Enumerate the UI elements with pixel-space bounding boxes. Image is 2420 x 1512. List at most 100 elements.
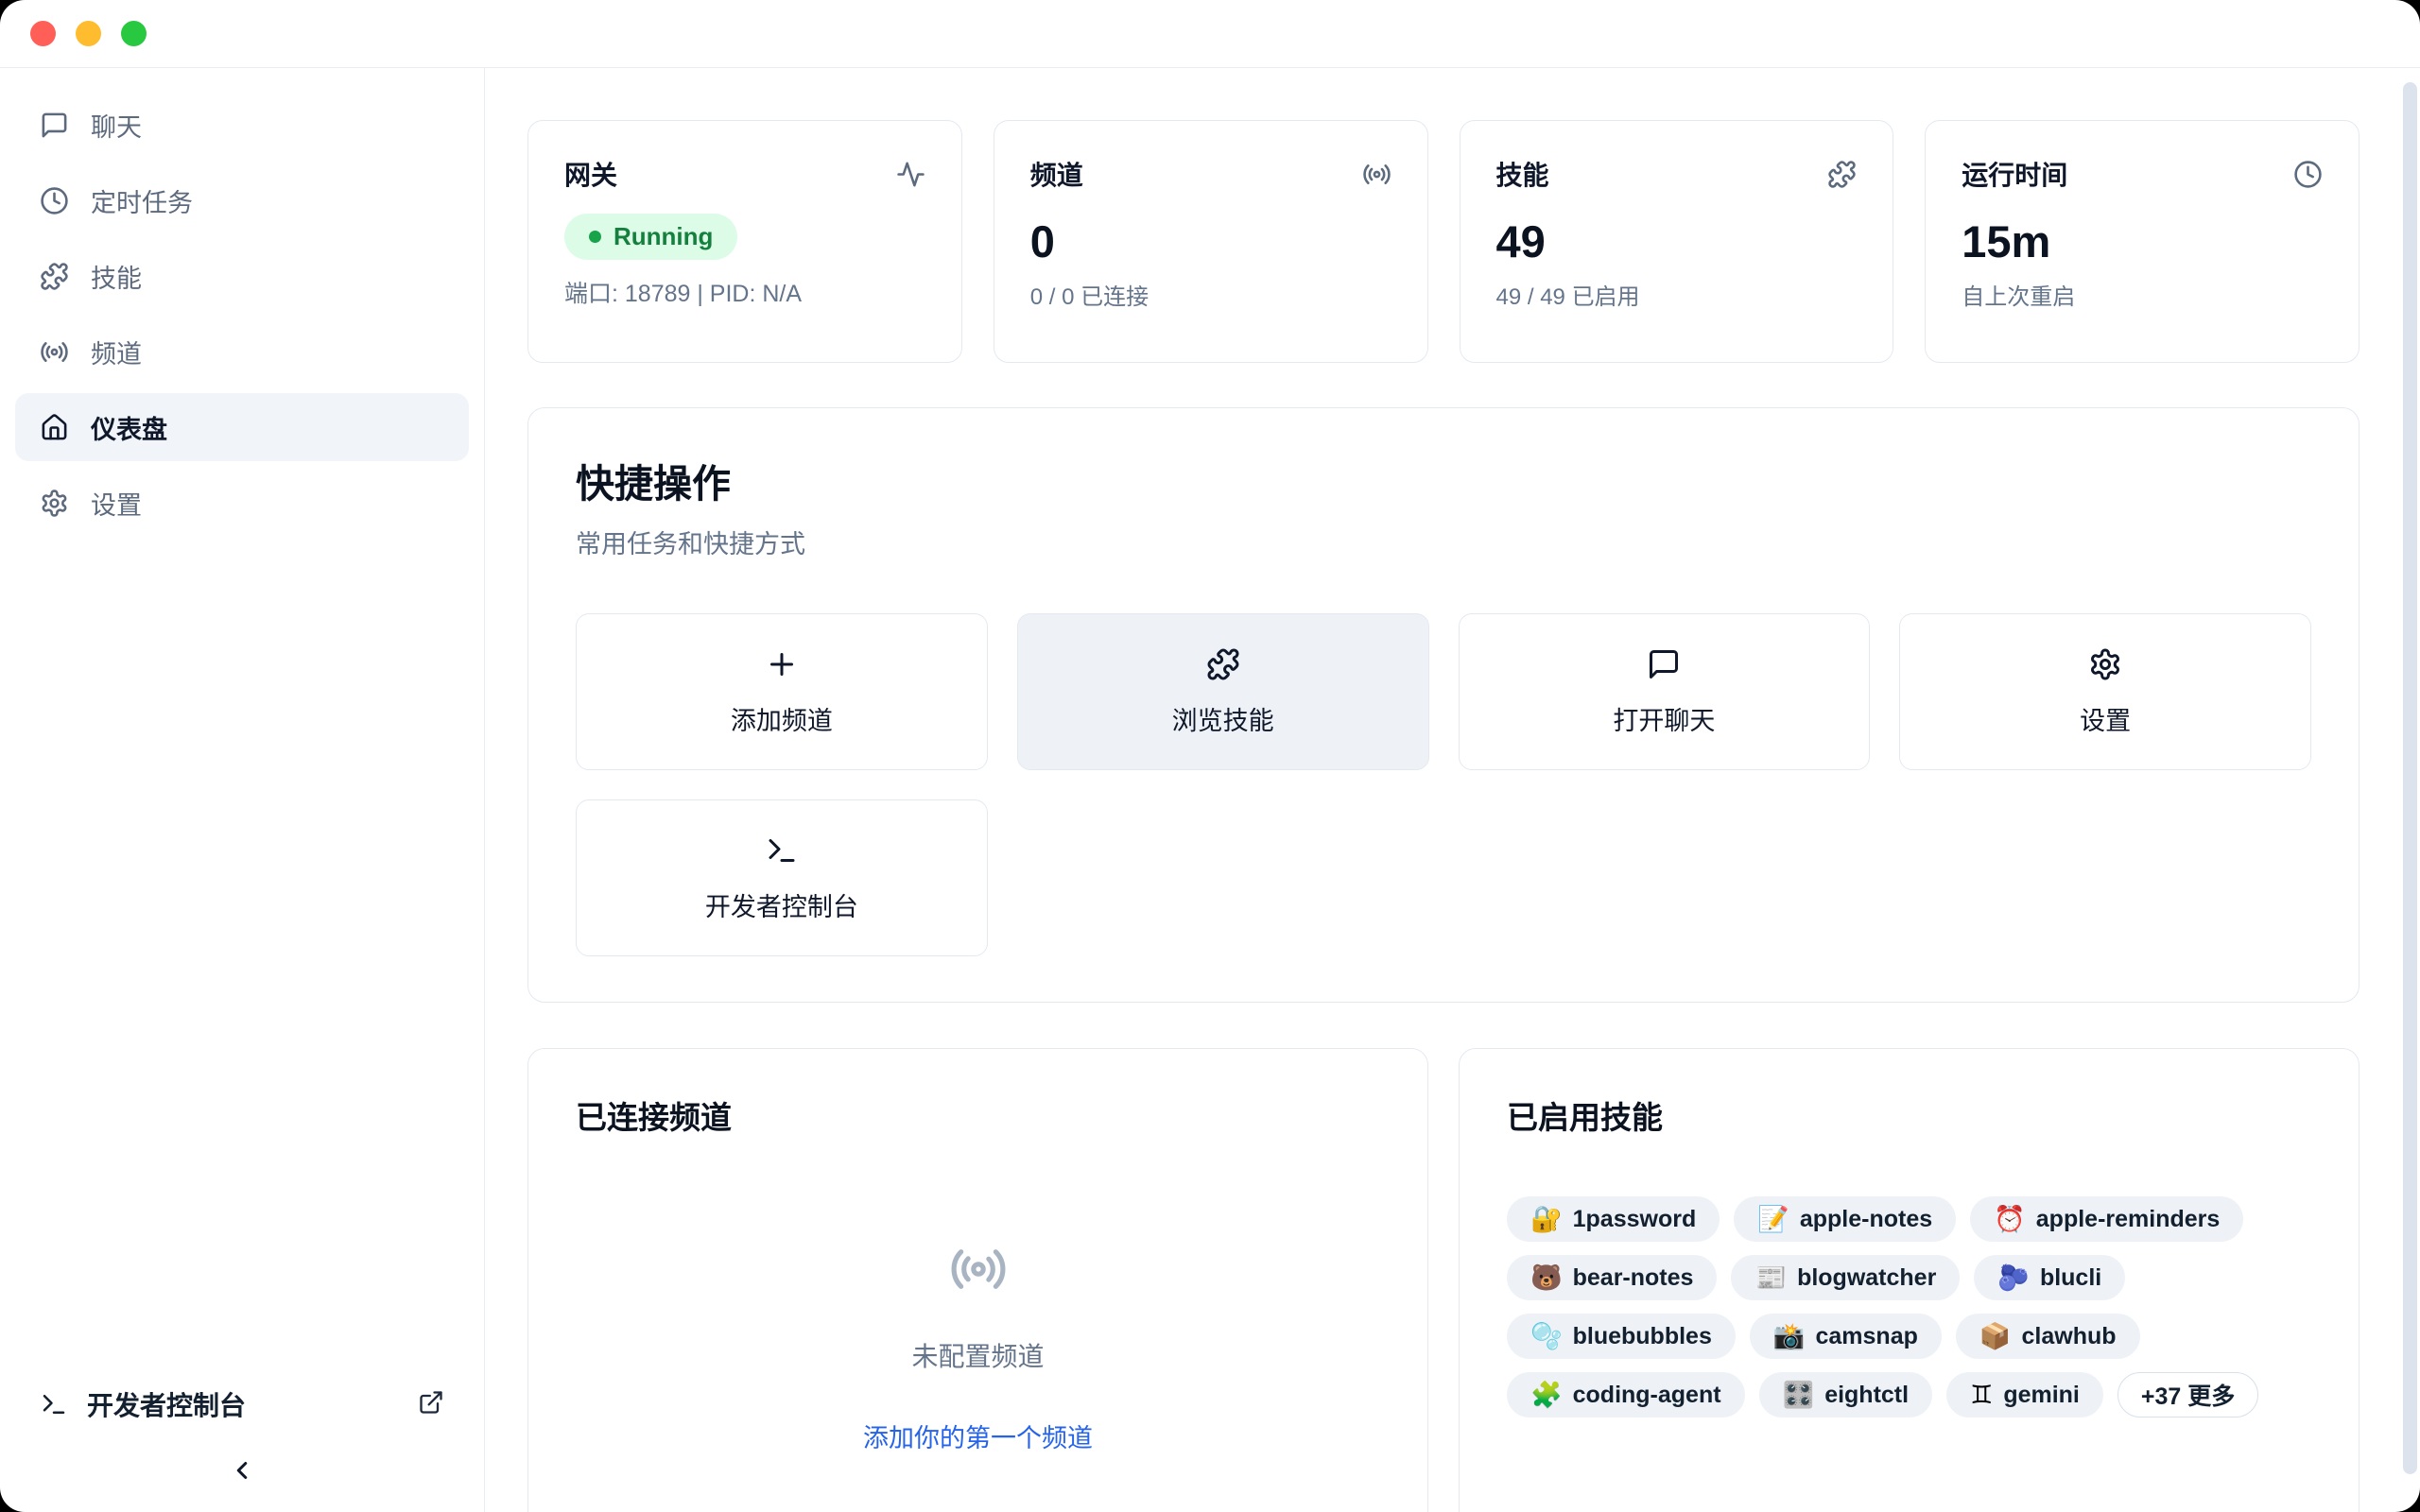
puzzle-icon xyxy=(1206,647,1240,681)
dev-console-link[interactable]: 开发者控制台 xyxy=(15,1373,469,1435)
sidebar-item-scheduled-tasks[interactable]: 定时任务 xyxy=(15,166,469,234)
skill-name: clawhub xyxy=(2022,1323,2117,1350)
status-badge: Running xyxy=(564,214,737,260)
titlebar xyxy=(0,0,2420,68)
status-label: Running xyxy=(614,222,713,251)
empty-state-text: 未配置频道 xyxy=(911,1336,1044,1374)
stat-card-gateway: 网关 Running 端口: 18789 | PID: N/A xyxy=(527,120,962,363)
sidebar-nav: 聊天 定时任务 技能 频道 仪表盘 xyxy=(15,91,469,544)
skill-emoji: ⏰ xyxy=(1994,1207,2026,1232)
skill-emoji: 📝 xyxy=(1757,1207,1789,1232)
stat-subtext: 0 / 0 已连接 xyxy=(1030,278,1392,311)
skill-chip: ♊gemini xyxy=(1946,1372,2103,1418)
sidebar-item-label: 聊天 xyxy=(91,107,142,144)
skill-emoji: 🫧 xyxy=(1530,1324,1563,1349)
action-label: 打开聊天 xyxy=(1613,700,1715,737)
scrollbar-thumb[interactable] xyxy=(2403,82,2417,1474)
channels-empty-state: 未配置频道 添加你的第一个频道 xyxy=(576,1240,1380,1454)
broadcast-icon xyxy=(949,1240,1008,1298)
puzzle-icon xyxy=(1827,160,1857,189)
open-chat-button[interactable]: 打开聊天 xyxy=(1459,613,1871,770)
sidebar-item-chat[interactable]: 聊天 xyxy=(15,91,469,159)
skill-name: blucli xyxy=(2040,1264,2101,1292)
status-dot xyxy=(589,231,601,243)
skill-chip: ⏰apple-reminders xyxy=(1970,1196,2243,1242)
skill-emoji: 🐻 xyxy=(1530,1265,1563,1291)
window-controls xyxy=(30,21,147,46)
skill-chip: 🐻 bear-notes xyxy=(1507,1255,1717,1300)
skill-emoji: 📦 xyxy=(1979,1324,2012,1349)
stat-subtext: 自上次重启 xyxy=(1962,278,2323,311)
zoom-button[interactable] xyxy=(121,21,147,46)
stat-subtext: 49 / 49 已启用 xyxy=(1496,278,1858,311)
activity-icon xyxy=(896,160,925,189)
quick-actions-title: 快捷操作 xyxy=(576,452,2311,508)
sidebar-item-dashboard[interactable]: 仪表盘 xyxy=(15,393,469,461)
more-skills-chip[interactable]: +37 更多 xyxy=(2118,1372,2258,1418)
chevron-left-icon xyxy=(228,1456,256,1485)
settings-button[interactable]: 设置 xyxy=(1899,613,2311,770)
broadcast-icon xyxy=(1362,160,1392,189)
action-label: 浏览技能 xyxy=(1172,700,1274,737)
skill-emoji: 📸 xyxy=(1773,1324,1806,1349)
plus-icon xyxy=(765,647,799,681)
skill-chip: 📰 blogwatcher xyxy=(1731,1255,1960,1300)
skill-chip: 🫧 bluebubbles xyxy=(1507,1314,1736,1359)
skill-emoji: 🫐 xyxy=(1997,1265,2030,1291)
connected-channels-card: 已连接频道 未配置频道 添加你的第一个频道 xyxy=(527,1048,1428,1512)
sidebar-item-label: 技能 xyxy=(91,258,142,295)
clock-icon xyxy=(2293,160,2323,189)
dev-console-label: 开发者控制台 xyxy=(87,1385,399,1423)
add-first-channel-link[interactable]: 添加你的第一个频道 xyxy=(863,1418,1093,1454)
external-link-icon xyxy=(418,1389,444,1420)
clock-icon xyxy=(40,186,69,215)
quick-actions-subtitle: 常用任务和快捷方式 xyxy=(576,524,2311,560)
app-window: 聊天 定时任务 技能 频道 仪表盘 xyxy=(0,0,2420,1512)
stat-value: 49 xyxy=(1496,217,1858,266)
stat-card-skills: 技能 49 49 / 49 已启用 xyxy=(1460,120,1894,363)
stats-row: 网关 Running 端口: 18789 | PID: N/A 频道 0 xyxy=(527,120,2360,363)
browse-skills-button[interactable]: 浏览技能 xyxy=(1017,613,1429,770)
sidebar-item-skills[interactable]: 技能 xyxy=(15,242,469,310)
skill-name: gemini xyxy=(2003,1382,2080,1409)
skills-chip-list: 🔐1password 📝 apple-notes ⏰apple-reminders… xyxy=(1507,1196,2311,1418)
home-icon xyxy=(40,413,69,442)
sidebar-item-settings[interactable]: 设置 xyxy=(15,469,469,537)
puzzle-icon xyxy=(40,262,69,291)
stat-value: 15m xyxy=(1962,217,2323,266)
action-label: 设置 xyxy=(2080,700,2131,737)
skill-name: blogwatcher xyxy=(1797,1264,1936,1292)
sidebar: 聊天 定时任务 技能 频道 仪表盘 xyxy=(0,68,485,1512)
gear-icon xyxy=(40,489,69,518)
minimize-button[interactable] xyxy=(76,21,101,46)
skill-emoji: 🧩 xyxy=(1530,1383,1563,1408)
skill-name: bear-notes xyxy=(1573,1264,1694,1292)
main-content: 网关 Running 端口: 18789 | PID: N/A 频道 0 xyxy=(485,68,2420,1512)
skill-emoji: 📰 xyxy=(1754,1265,1787,1291)
skill-chip: 🎛️eightctl xyxy=(1759,1372,1933,1418)
stat-value: 0 xyxy=(1030,217,1392,266)
skill-chip: 📦 clawhub xyxy=(1956,1314,2140,1359)
sidebar-collapse-button[interactable] xyxy=(228,1456,256,1487)
dev-console-button[interactable]: 开发者控制台 xyxy=(576,799,988,956)
sidebar-footer: 开发者控制台 xyxy=(15,1373,469,1487)
skill-chip: 🫐 blucli xyxy=(1974,1255,2125,1300)
gear-icon xyxy=(2088,647,2122,681)
add-channel-button[interactable]: 添加频道 xyxy=(576,613,988,770)
chat-icon xyxy=(40,111,69,140)
sidebar-item-channels[interactable]: 频道 xyxy=(15,318,469,386)
skill-name: apple-notes xyxy=(1800,1206,1932,1233)
stat-title: 技能 xyxy=(1496,155,1549,193)
chat-icon xyxy=(1647,647,1681,681)
skill-emoji: 🎛️ xyxy=(1783,1383,1815,1408)
skill-name: bluebubbles xyxy=(1573,1323,1712,1350)
close-button[interactable] xyxy=(30,21,56,46)
enabled-skills-card: 已启用技能 🔐1password 📝apple-notes ⏰apple-rem… xyxy=(1459,1048,2360,1512)
skill-chip: 🔐1password xyxy=(1507,1196,1720,1242)
connected-channels-title: 已连接频道 xyxy=(576,1092,1380,1138)
skill-chip: 🧩coding-agent xyxy=(1507,1372,1745,1418)
sidebar-item-label: 频道 xyxy=(91,334,142,370)
terminal-icon xyxy=(765,833,799,868)
quick-actions-card: 快捷操作 常用任务和快捷方式 添加频道 浏览技能 打开聊天 xyxy=(527,407,2360,1003)
stat-subtext: 端口: 18789 | PID: N/A xyxy=(564,275,925,309)
